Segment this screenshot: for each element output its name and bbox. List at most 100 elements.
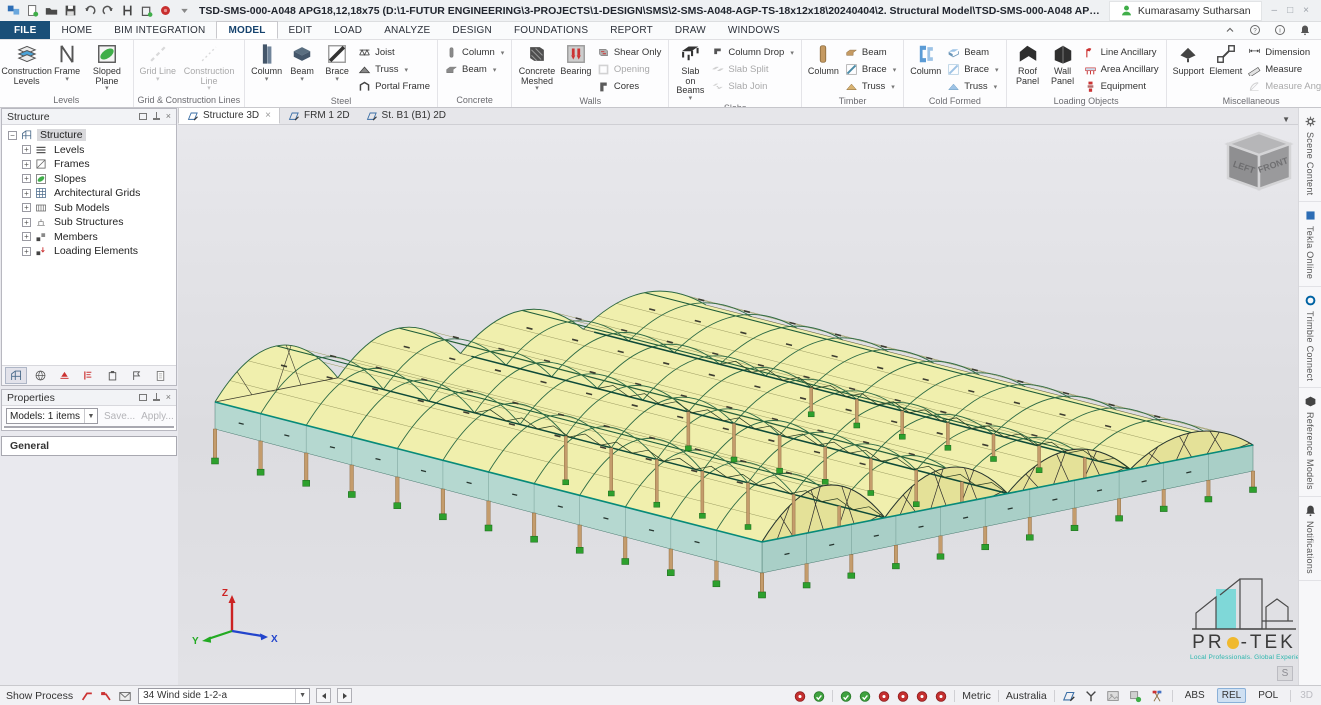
collapse-chevron-button[interactable] xyxy=(1223,24,1236,37)
view-tab-structure-3d[interactable]: Structure 3D× xyxy=(178,107,280,124)
snapshot-corner-button[interactable]: S xyxy=(1277,666,1293,681)
ribbon-button-roof-panel[interactable]: Roof Panel xyxy=(1011,43,1045,86)
ribbon-tab-windows[interactable]: WINDOWS xyxy=(717,21,791,39)
close-tab-icon[interactable]: × xyxy=(265,110,271,121)
view-tab-frm-1-2d[interactable]: FRM 1 2D xyxy=(280,107,358,124)
tree-item-sub-models[interactable]: +Sub Models xyxy=(2,201,176,216)
status-light-ok[interactable] xyxy=(813,690,825,702)
tree-expander-icon[interactable]: + xyxy=(22,232,31,241)
ribbon-button-brace[interactable]: Brace▾ xyxy=(320,43,354,83)
apply-button[interactable]: Apply... xyxy=(141,411,174,422)
tree-expander-icon[interactable]: + xyxy=(22,160,31,169)
units-setting[interactable]: Metric xyxy=(962,690,991,702)
rail-item-reference-models[interactable]: Reference Models xyxy=(1299,388,1321,497)
float-panel-icon[interactable] xyxy=(139,113,147,120)
snap-button[interactable] xyxy=(1128,688,1143,703)
tree-item-levels[interactable]: +Levels xyxy=(2,143,176,158)
models-select[interactable]: Models: 1 items ▼ xyxy=(6,408,98,424)
ribbon-button-column[interactable]: Column xyxy=(806,43,841,77)
country-setting[interactable]: Australia xyxy=(1006,690,1047,702)
sp-globe-button[interactable] xyxy=(29,367,51,384)
flags-button[interactable] xyxy=(1150,688,1165,703)
tree-expander-icon[interactable]: + xyxy=(22,145,31,154)
info-button[interactable]: i xyxy=(1273,24,1286,37)
rail-item-tekla-online[interactable]: Tekla Online xyxy=(1299,202,1321,286)
ribbon-button-beam[interactable]: Beam▾ xyxy=(285,43,319,83)
ribbon-button-slab-split[interactable]: Slab Split xyxy=(708,61,796,78)
ribbon-tab-home[interactable]: HOME xyxy=(50,21,103,39)
branch-button[interactable] xyxy=(1084,688,1099,703)
next-load-case-button[interactable] xyxy=(337,688,352,703)
ribbon-button-truss[interactable]: Truss▾ xyxy=(842,78,899,95)
image-button[interactable] xyxy=(1106,688,1121,703)
status-light-error[interactable] xyxy=(878,690,890,702)
ribbon-button-dimension[interactable]: Dimension xyxy=(1245,44,1321,61)
ribbon-button-construction-line[interactable]: Construction Line▾ xyxy=(179,43,239,92)
ribbon-button-area-ancillary[interactable]: Area Ancillary xyxy=(1081,61,1162,78)
qat-history-button[interactable] xyxy=(120,4,134,18)
scroll-up-icon[interactable]: ▲ xyxy=(164,427,171,428)
ribbon-button-construction-levels[interactable]: Construction Levels xyxy=(4,43,49,86)
ribbon-button-truss[interactable]: Truss▾ xyxy=(944,78,1001,95)
ribbon-tab-foundations[interactable]: FOUNDATIONS xyxy=(503,21,599,39)
sp-list-button[interactable] xyxy=(77,367,99,384)
ribbon-button-column-drop[interactable]: Column Drop▾ xyxy=(708,44,796,61)
status-light-error[interactable] xyxy=(916,690,928,702)
coord-mode-pol[interactable]: POL xyxy=(1253,688,1283,703)
ribbon-button-slab-on-beams[interactable]: Slab on Beams▾ xyxy=(673,43,707,102)
tree-item-frames[interactable]: +Frames xyxy=(2,157,176,172)
ribbon-button-measure-angle[interactable]: Measure Angle xyxy=(1245,78,1321,95)
save-button[interactable]: Save... xyxy=(104,411,135,422)
maximize-window-button[interactable]: □ xyxy=(1287,5,1293,16)
ribbon-button-column[interactable]: Column▾ xyxy=(442,44,507,61)
sp-doc-button[interactable] xyxy=(149,367,171,384)
ribbon-button-grid-line[interactable]: Grid Line▾ xyxy=(138,43,179,83)
properties-section-general[interactable]: −General xyxy=(5,427,160,428)
load-case-select[interactable]: 34 Wind side 1-2-a ▼ xyxy=(138,688,310,704)
ribbon-button-portal-frame[interactable]: Portal Frame xyxy=(355,78,433,95)
tree-expander-icon[interactable]: + xyxy=(22,203,31,212)
tree-expander-icon[interactable]: − xyxy=(8,131,17,140)
pin-panel-icon[interactable] xyxy=(153,393,160,402)
tree-expander-icon[interactable]: + xyxy=(22,218,31,227)
status-light-ok[interactable] xyxy=(840,690,852,702)
tree-expander-icon[interactable]: + xyxy=(22,189,31,198)
ribbon-tab-draw[interactable]: DRAW xyxy=(664,21,717,39)
ribbon-tab-file[interactable]: FILE xyxy=(0,21,50,39)
ribbon-button-measure[interactable]: Measure xyxy=(1245,61,1321,78)
qat-caret-down-button[interactable] xyxy=(177,4,191,18)
close-window-button[interactable]: × xyxy=(1303,5,1309,16)
view-cube[interactable]: LEFT FRONT xyxy=(1224,131,1294,195)
properties-footer-tab[interactable]: General xyxy=(1,436,177,456)
ribbon-button-beam[interactable]: Beam xyxy=(944,44,1001,61)
rail-item-trimble-connect[interactable]: Trimble Connect xyxy=(1299,287,1321,388)
ribbon-button-column[interactable]: Column▾ xyxy=(249,43,284,83)
qat-new-file-button[interactable] xyxy=(25,4,39,18)
ribbon-button-wall-panel[interactable]: Wall Panel xyxy=(1046,43,1080,86)
user-account-button[interactable]: Kumarasamy Sutharsan xyxy=(1109,1,1262,21)
previous-load-case-button[interactable] xyxy=(316,688,331,703)
3d-viewport[interactable]: LEFT FRONT Z X Y xyxy=(178,125,1298,685)
status-light-error[interactable] xyxy=(897,690,909,702)
status-light-ok[interactable] xyxy=(859,690,871,702)
qat-redo-button[interactable] xyxy=(101,4,115,18)
float-panel-icon[interactable] xyxy=(139,394,147,401)
qat-record-button[interactable] xyxy=(158,4,172,18)
qat-open-folder-button[interactable] xyxy=(44,4,58,18)
qat-package-button[interactable] xyxy=(139,4,153,18)
tree-expander-icon[interactable]: + xyxy=(22,247,31,256)
ribbon-button-column[interactable]: Column xyxy=(908,43,943,77)
ribbon-button-beam[interactable]: Beam xyxy=(842,44,899,61)
view-settings-button[interactable] xyxy=(1062,688,1077,703)
ribbon-button-support[interactable]: Support xyxy=(1171,43,1207,77)
tree-expander-icon[interactable]: + xyxy=(22,174,31,183)
tree-item-slopes[interactable]: +Slopes xyxy=(2,172,176,187)
ribbon-button-brace[interactable]: Brace▾ xyxy=(842,61,899,78)
minimize-window-button[interactable]: – xyxy=(1272,5,1278,16)
tree-item-sub-structures[interactable]: +Sub Structures xyxy=(2,215,176,230)
close-panel-icon[interactable]: × xyxy=(166,393,171,402)
ribbon-button-shear-only[interactable]: Shear Only xyxy=(594,44,665,61)
envelope-button[interactable] xyxy=(117,688,132,703)
tree-item-loading-elements[interactable]: +Loading Elements xyxy=(2,244,176,259)
ribbon-button-opening[interactable]: Opening xyxy=(594,61,665,78)
